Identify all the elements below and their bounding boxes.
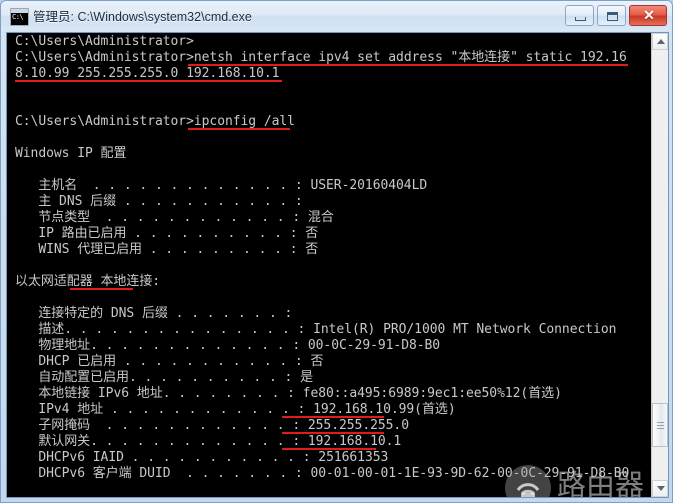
console-line: 描述. . . . . . . . . . . . . . . : Intel(… xyxy=(15,322,617,337)
scroll-down-button[interactable] xyxy=(652,480,668,497)
console-line: 物理地址. . . . . . . . . . . . . : 00-0C-29… xyxy=(15,338,441,353)
scrollbar-thumb[interactable] xyxy=(652,403,668,447)
console-line: WINS 代理已启用 . . . . . . . . . : 否 xyxy=(15,242,319,257)
console-line: 主 DNS 后缀 . . . . . . . . . . . : xyxy=(15,194,303,209)
cmd-window: C:\ 管理员: C:\Windows\system32\cmd.exe ✕ C… xyxy=(0,0,673,503)
maximize-button[interactable] xyxy=(597,5,626,26)
console-line: 8.10.99 255.255.255.0 192.168.10.1 xyxy=(15,66,629,82)
scrollbar-grip-icon xyxy=(657,422,664,429)
scroll-up-button[interactable] xyxy=(652,33,668,50)
minimize-icon xyxy=(575,17,586,21)
console-line: DHCP 已启用 . . . . . . . . . . . : 否 xyxy=(15,354,324,369)
console-line: 自动配置已启用. . . . . . . . . . : 是 xyxy=(15,370,314,385)
console-line: DHCPv6 IAID . . . . . . . . . . . : 2516… xyxy=(15,450,389,465)
console-line: IP 路由已启用 . . . . . . . . . . : 否 xyxy=(15,226,319,241)
console-line: 子网掩码 . . . . . . . . . . . . : 255.255.2… xyxy=(15,418,409,434)
console-line: C:\Users\Administrator> xyxy=(15,34,194,49)
console-text: C:\Users\Administrator> C:\Users\Administ… xyxy=(15,34,629,482)
title-bar[interactable]: C:\ 管理员: C:\Windows\system32\cmd.exe ✕ xyxy=(1,1,672,31)
console-line: 以太网适配器 本地连接: xyxy=(15,274,161,290)
console-line: 节点类型 . . . . . . . . . . . . : 混合 xyxy=(15,210,334,225)
cmd-icon-prompt: C:\ xyxy=(12,13,24,21)
console-line: 默认网关. . . . . . . . . . . . . : 192.168.… xyxy=(15,434,402,450)
maximize-icon xyxy=(607,12,618,21)
window-title: 管理员: C:\Windows\system32\cmd.exe xyxy=(33,10,252,24)
console-line: 本地链接 IPv6 地址. . . . . . . . : fe80::a495… xyxy=(15,386,562,401)
console-line: Windows IP 配置 xyxy=(15,146,127,161)
console-line: IPv4 地址 . . . . . . . . . . . . : 192.16… xyxy=(15,402,456,418)
console-line: DHCPv6 客户端 DUID . . . . . . . : 00-01-00… xyxy=(15,466,630,481)
console-line: C:\Users\Administrator>netsh interface i… xyxy=(15,50,628,66)
console-output[interactable]: C:\Users\Administrator> C:\Users\Administ… xyxy=(7,33,652,497)
console-line: 主机名 . . . . . . . . . . . . . : USER-201… xyxy=(15,178,428,193)
console-line: C:\Users\Administrator>ipconfig /all xyxy=(15,114,295,130)
close-icon: ✕ xyxy=(643,7,655,23)
console-client-area: C:\Users\Administrator> C:\Users\Administ… xyxy=(6,32,669,498)
chevron-up-icon xyxy=(657,39,665,44)
minimize-button[interactable] xyxy=(565,5,594,26)
vertical-scrollbar[interactable] xyxy=(651,33,668,497)
cmd-icon: C:\ xyxy=(10,8,29,26)
close-button[interactable]: ✕ xyxy=(629,5,667,26)
console-line: 连接特定的 DNS 后缀 . . . . . . . : xyxy=(15,306,293,321)
chevron-down-icon xyxy=(657,486,665,491)
